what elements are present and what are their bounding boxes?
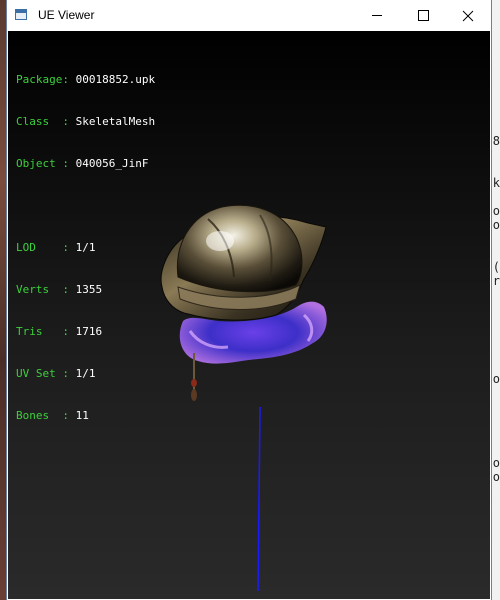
skeletal-mesh-render [160,204,327,592]
background-glyph: r [492,274,500,288]
3d-viewport[interactable]: Package: 00018852.upk Class : SkeletalMe… [8,31,490,599]
background-glyph: 8 [492,134,500,148]
bone-line [257,406,261,592]
background-glyph: o [492,470,500,484]
app-window-icon[interactable] [15,9,27,20]
background-glyph: o [492,372,500,386]
background-glyph: o [492,218,500,232]
close-icon [462,10,474,21]
minimize-button[interactable] [354,0,400,31]
minimize-icon [372,15,382,16]
desktop-background-right: 8 k o o ( r o o o [490,0,500,600]
background-glyph: o [492,204,500,218]
close-button[interactable] [445,0,491,31]
maximize-icon [417,10,429,21]
background-glyph: ( [492,260,500,274]
window-title: UE Viewer [38,8,95,22]
title-bar[interactable]: UE Viewer [7,0,491,31]
background-glyph: o [492,456,500,470]
ue-viewer-window: UE Viewer Package: 00018852.upk Class : … [7,0,491,600]
maximize-button[interactable] [400,0,446,31]
background-glyph: k [492,176,500,190]
